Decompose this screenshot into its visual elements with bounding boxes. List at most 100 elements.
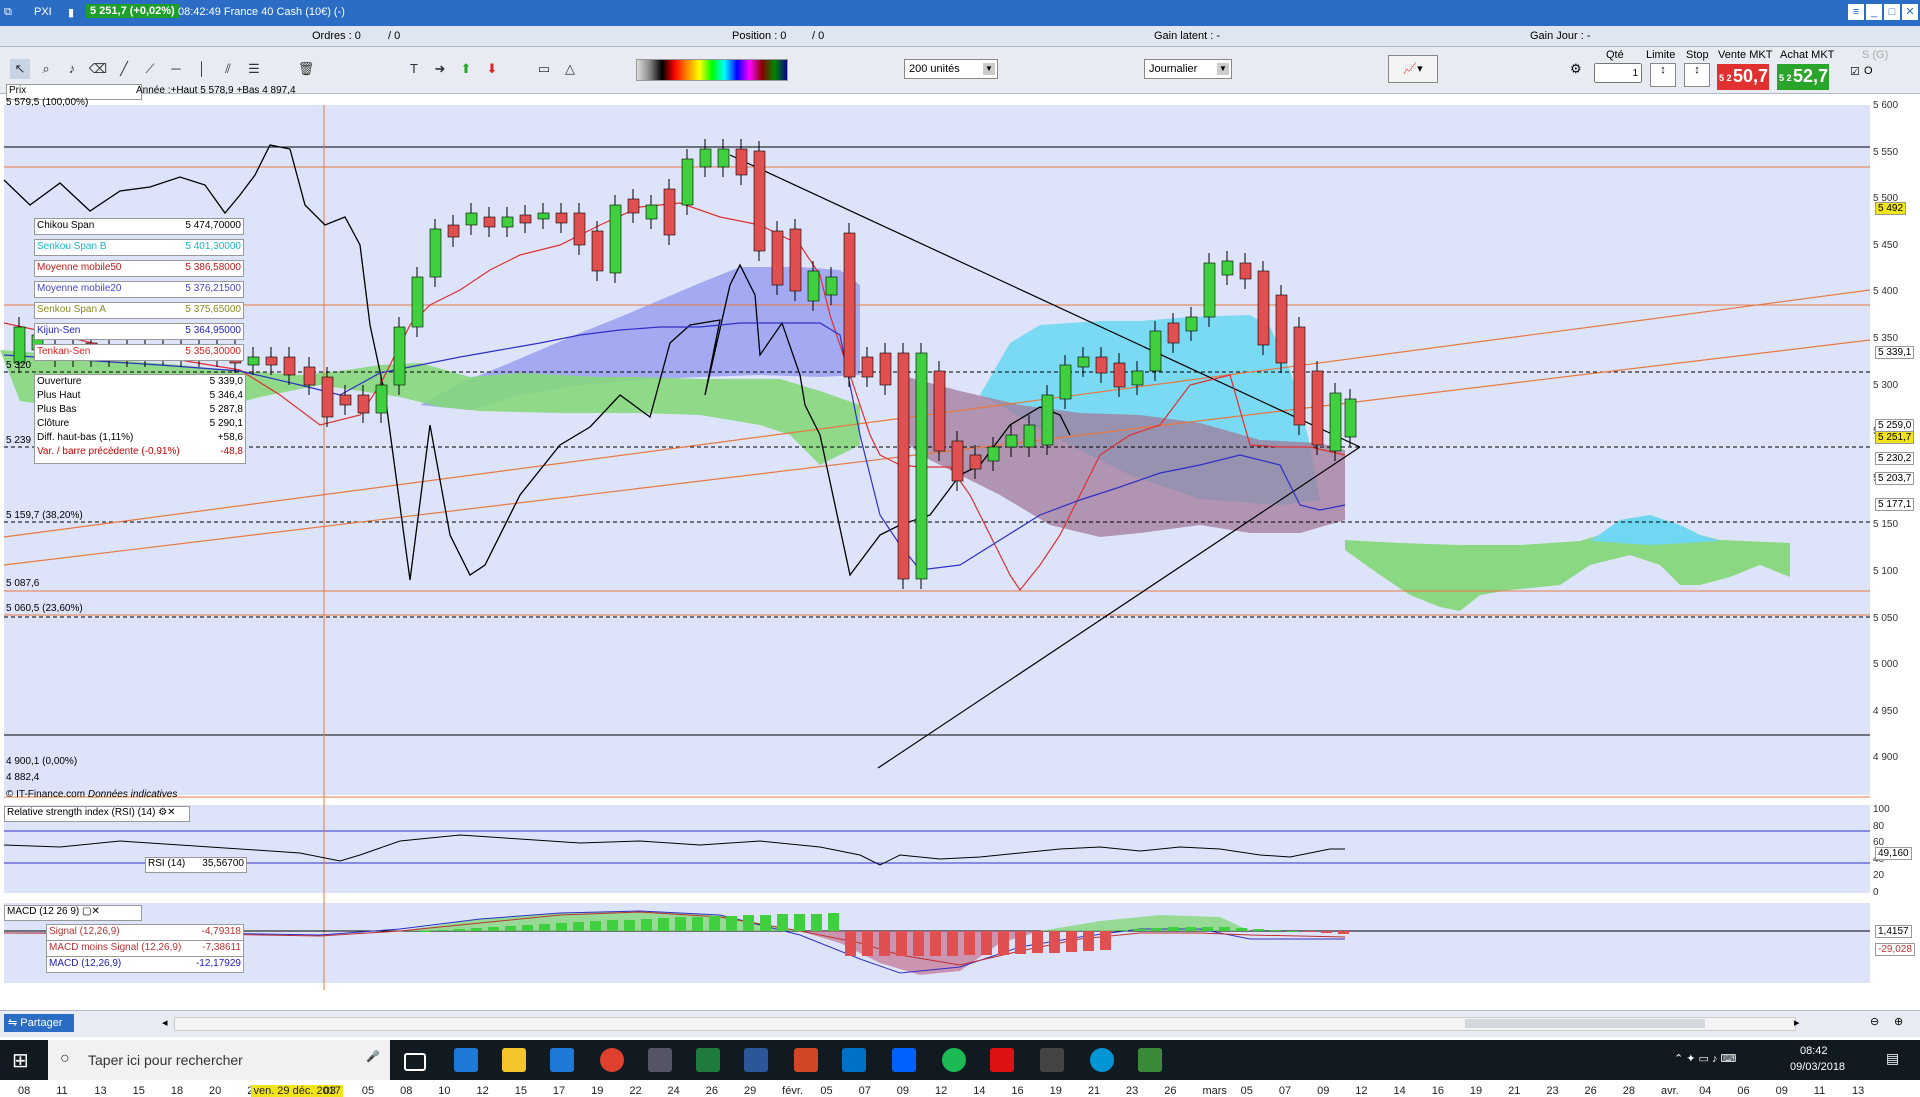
search-icon: ○ <box>60 1050 70 1067</box>
share-button[interactable]: ⇋ Partager <box>4 1014 74 1032</box>
chart-area[interactable]: Prix Année :+Haut 5 578,9 +Bas 4 897,4 5… <box>0 84 1920 1097</box>
text-icon[interactable]: T <box>404 59 424 79</box>
fibo-icon[interactable]: ☰ <box>244 59 264 79</box>
ray-icon[interactable]: ⟋ <box>140 59 160 79</box>
macd-bar <box>641 919 652 931</box>
period-select[interactable]: Journalier ▼ <box>1144 59 1232 79</box>
arrow-up-icon[interactable]: ⬆ <box>456 59 476 79</box>
store-icon[interactable] <box>550 1048 574 1072</box>
alert-icon[interactable]: ♪ <box>62 59 82 79</box>
pointer-icon[interactable]: ↖ <box>10 59 30 79</box>
macd-bar <box>1083 931 1094 951</box>
pxi-taskbar-icon[interactable] <box>1138 1048 1162 1072</box>
zoom-in-icon[interactable]: ⊕ <box>1894 1015 1903 1028</box>
task-view-icon[interactable] <box>404 1053 426 1071</box>
dropbox-icon[interactable] <box>892 1048 916 1072</box>
outlook-icon[interactable] <box>842 1048 866 1072</box>
ohlc-name: Diff. haut-bas (1,11%) <box>37 432 134 443</box>
scroll-left-icon[interactable]: ◂ <box>162 1016 168 1029</box>
scrollbar-thumb[interactable] <box>1465 1019 1705 1028</box>
color-palette[interactable] <box>636 59 788 81</box>
delete-icon[interactable]: 🗑 <box>296 59 316 79</box>
powerpoint-icon[interactable] <box>794 1048 818 1072</box>
zoom-out-icon[interactable]: ⊖ <box>1870 1015 1879 1028</box>
ohlc-name: Plus Bas <box>37 404 77 415</box>
tray-icons[interactable]: ⌃ ✦ ▭ ♪ ⌨ <box>1674 1052 1736 1065</box>
o-checkbox[interactable]: ☑ <box>1850 65 1860 78</box>
rsi-settings-icon[interactable]: ⚙✕ <box>158 807 175 818</box>
taskbar: ⊞ ○ Taper ici pour rechercher 🎤 ⌃ ✦ ▭ ♪ … <box>0 1040 1920 1080</box>
legend-value: 5 356,30000 <box>185 346 241 357</box>
chart-canvas[interactable] <box>0 95 1920 1040</box>
ohlc-value: +58,6 <box>217 432 243 443</box>
achat-mkt-button[interactable]: 5 2 52,7 <box>1777 64 1829 90</box>
rsi-panel[interactable] <box>0 805 1920 895</box>
scroll-right-icon[interactable]: ▸ <box>1794 1016 1800 1029</box>
stop-button[interactable]: ↕ <box>1684 63 1710 87</box>
units-select[interactable]: 200 unités ▼ <box>904 59 998 79</box>
arrow-right-icon[interactable]: ➜ <box>430 59 450 79</box>
windows-start-icon[interactable]: ⊞ <box>12 1048 29 1073</box>
macd-panel[interactable] <box>0 903 1920 983</box>
hline-icon[interactable]: ─ <box>166 59 186 79</box>
bottom-bar: ⇋ Partager ◂ ▸ ⊖ ⊕ <box>0 1010 1920 1037</box>
eraser-icon[interactable]: ⌫ <box>88 59 108 79</box>
spotify-icon[interactable] <box>942 1048 966 1072</box>
macd-bar <box>692 917 703 931</box>
taskbar-search[interactable]: ○ Taper ici pour rechercher 🎤 <box>48 1040 390 1080</box>
line-icon[interactable]: ╱ <box>114 59 134 79</box>
legend-value: 5 376,21500 <box>185 283 241 294</box>
file-explorer-icon[interactable] <box>502 1048 526 1072</box>
candle <box>843 232 856 378</box>
word-icon[interactable] <box>744 1048 768 1072</box>
maximize-icon[interactable]: □ <box>1884 4 1900 20</box>
indicator-button[interactable]: 📈▾ <box>1388 55 1438 83</box>
notification-icon[interactable]: ▤ <box>1886 1050 1899 1067</box>
rectangle-icon[interactable]: ▭ <box>534 59 554 79</box>
date-axis-label: 21 <box>1508 1085 1521 1097</box>
rsi-axis-label: 100 <box>1873 804 1890 815</box>
rsi-legend-value: 35,56700 <box>202 858 244 869</box>
level-5087-label: 5 087,6 <box>6 578 40 589</box>
date-axis-label: 12 <box>476 1085 489 1097</box>
rsi-axis-label: 80 <box>1873 820 1885 832</box>
vline-icon[interactable]: │ <box>192 59 212 79</box>
zoom-icon[interactable]: ⌕ <box>36 59 56 79</box>
channel-icon[interactable]: ⫽ <box>218 59 238 79</box>
legend-name: Kijun-Sen <box>37 325 81 336</box>
date-axis-label: 16 <box>1431 1085 1444 1097</box>
film-icon[interactable] <box>1040 1048 1064 1072</box>
candle <box>247 356 260 366</box>
date-axis-label: 11 <box>56 1085 68 1097</box>
qty-input[interactable] <box>1594 63 1642 83</box>
macd-settings-icon[interactable]: ▢✕ <box>82 906 100 917</box>
vente-mkt-button[interactable]: 5 2 50,7 <box>1717 64 1769 90</box>
triangle-icon[interactable]: △ <box>560 59 580 79</box>
arrow-down-icon[interactable]: ⬇ <box>482 59 502 79</box>
legend-name: Tenkan-Sen <box>37 346 91 357</box>
price-tag: 5 492 <box>1875 202 1907 215</box>
macd-legend-item: MACD (12,26,9) -12,17929 <box>46 956 244 973</box>
instrument-title: 08:42:49 France 40 Cash (10€) (-) <box>178 6 345 18</box>
minimize-icon[interactable]: _ <box>1866 4 1882 20</box>
price-axis-label: 5 300 <box>1873 379 1899 391</box>
close-icon[interactable]: ✕ <box>1902 4 1918 20</box>
macd-legend-item: Signal (12,26,9) -4,79318 <box>46 924 244 941</box>
macd-bar <box>879 931 890 956</box>
edge-icon[interactable] <box>454 1048 478 1072</box>
horizontal-scrollbar[interactable] <box>174 1017 1796 1031</box>
app-icon-dark[interactable] <box>648 1048 672 1072</box>
acrobat-icon[interactable] <box>990 1048 1014 1072</box>
hp-icon[interactable] <box>1090 1048 1114 1072</box>
wrench-icon[interactable]: ⚙ <box>1570 61 1582 77</box>
excel-icon[interactable] <box>696 1048 720 1072</box>
limite-button[interactable]: ↕ <box>1650 63 1676 87</box>
candle <box>1077 356 1090 368</box>
date-axis-label: 22 <box>629 1085 642 1097</box>
list-icon[interactable]: ≡ <box>1848 4 1864 20</box>
macd-header: MACD (12 26 9) ▢✕ <box>4 905 142 921</box>
rsi-axis-label: 20 <box>1873 870 1885 881</box>
chrome-icon[interactable] <box>600 1048 624 1072</box>
fib-0-label: 4 900,1 (0,00%) <box>6 756 78 767</box>
price-tag: 5 177,1 <box>1875 498 1915 511</box>
